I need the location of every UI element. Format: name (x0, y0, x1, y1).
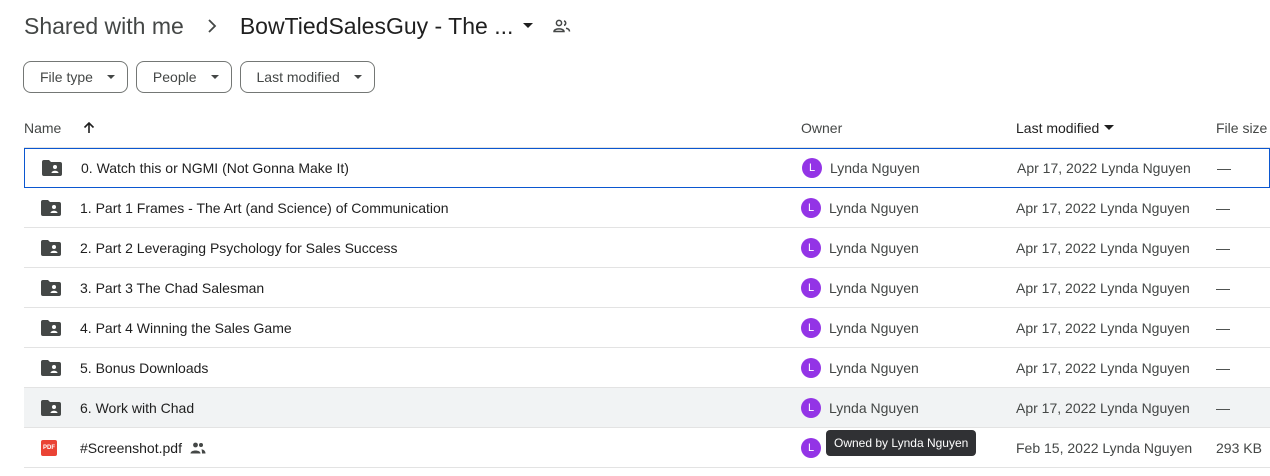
people-icon[interactable] (553, 19, 571, 33)
file-size: — (1217, 160, 1231, 176)
avatar[interactable]: L (801, 437, 821, 458)
file-name[interactable]: #Screenshot.pdf (80, 440, 182, 456)
owner-cell: L Lynda Nguyen (801, 228, 919, 267)
file-list: Name Owner Last modified File size 0. Wa… (24, 108, 1270, 468)
caret-down-icon (353, 74, 362, 79)
caret-down-icon (1104, 125, 1115, 130)
owner-name: Lynda Nguyen (829, 359, 919, 376)
table-row[interactable]: 4. Part 4 Winning the Sales Game L Lynda… (24, 308, 1270, 348)
last-modified-column-header[interactable]: Last modified (1016, 108, 1115, 148)
file-size: 293 KB (1216, 439, 1262, 456)
avatar[interactable]: L (801, 397, 821, 418)
shared-folder-icon (41, 348, 61, 387)
file-name[interactable]: 6. Work with Chad (80, 388, 194, 427)
owner-name: Lynda Nguyen (829, 239, 919, 256)
last-modified: Apr 17, 2022 Lynda Nguyen (1016, 359, 1190, 376)
owner-cell: L Lynda Nguyen (801, 268, 919, 307)
owner-name: Lynda Nguyen (830, 160, 920, 176)
last-modified: Apr 17, 2022 Lynda Nguyen (1016, 279, 1190, 296)
pdf-file-icon: PDF (41, 428, 57, 467)
owner-cell: L Lynda Nguyen (801, 348, 919, 387)
pdf-badge: PDF (41, 439, 57, 456)
file-name-cell: #Screenshot.pdf (80, 428, 206, 467)
file-size: — (1216, 359, 1230, 376)
owner-cell: L Lynda Nguyen (801, 388, 919, 427)
owner-column-header[interactable]: Owner (801, 108, 842, 148)
table-row[interactable]: PDF #Screenshot.pdf L Feb 15, 2022 Lynda… (24, 428, 1270, 468)
arrow-up-icon[interactable] (83, 122, 95, 134)
column-label: Name (24, 120, 62, 136)
file-type-filter[interactable]: File type (23, 61, 128, 93)
shared-folder-icon (41, 388, 61, 427)
avatar[interactable]: L (802, 158, 822, 178)
owner-name: Lynda Nguyen (829, 199, 919, 216)
owner-cell: L Lynda Nguyen (801, 308, 919, 347)
file-size: — (1216, 319, 1230, 336)
people-icon (190, 442, 206, 454)
shared-folder-icon (41, 228, 61, 267)
owner-name: Lynda Nguyen (829, 399, 919, 416)
table-row[interactable]: 0. Watch this or NGMI (Not Gonna Make It… (24, 148, 1270, 188)
last-modified-filter[interactable]: Last modified (239, 61, 375, 93)
shared-folder-icon (41, 268, 61, 307)
file-name[interactable]: 3. Part 3 The Chad Salesman (80, 268, 264, 307)
breadcrumb: Shared with me BowTiedSalesGuy - The ... (24, 8, 571, 44)
table-row[interactable]: 6. Work with Chad L Lynda Nguyen Apr 17,… (24, 388, 1270, 428)
table-row[interactable]: 5. Bonus Downloads L Lynda Nguyen Apr 17… (24, 348, 1270, 388)
table-row[interactable]: 1. Part 1 Frames - The Art (and Science)… (24, 188, 1270, 228)
file-name[interactable]: 0. Watch this or NGMI (Not Gonna Make It… (81, 149, 349, 187)
file-name[interactable]: 1. Part 1 Frames - The Art (and Science)… (80, 188, 449, 227)
last-modified: Apr 17, 2022 Lynda Nguyen (1017, 160, 1191, 176)
filter-bar: File type People Last modified (23, 61, 375, 93)
caret-down-icon (210, 74, 219, 79)
last-modified: Feb 15, 2022 Lynda Nguyen (1016, 439, 1193, 456)
file-size: — (1216, 199, 1230, 216)
last-modified: Apr 17, 2022 Lynda Nguyen (1016, 399, 1190, 416)
shared-folder-icon (41, 188, 61, 227)
breadcrumb-shared-with-me[interactable]: Shared with me (24, 13, 184, 40)
filter-label: People (152, 69, 197, 85)
file-size: — (1216, 239, 1230, 256)
name-column-header[interactable]: Name (24, 108, 95, 148)
column-label: Last modified (1016, 120, 1100, 136)
last-modified: Apr 17, 2022 Lynda Nguyen (1016, 199, 1190, 216)
filter-label: File type (40, 69, 93, 85)
table-header: Name Owner Last modified File size (24, 108, 1270, 148)
owner-cell: L (801, 428, 829, 467)
caret-down-icon (106, 74, 115, 79)
caret-down-icon[interactable] (523, 23, 534, 29)
table-row[interactable]: 3. Part 3 The Chad Salesman L Lynda Nguy… (24, 268, 1270, 308)
filter-label: Last modified (256, 69, 340, 85)
owner-cell: L Lynda Nguyen (802, 149, 920, 187)
owner-name: Lynda Nguyen (829, 279, 919, 296)
owner-tooltip: Owned by Lynda Nguyen (826, 430, 977, 456)
last-modified: Apr 17, 2022 Lynda Nguyen (1016, 319, 1190, 336)
avatar[interactable]: L (801, 237, 821, 258)
avatar[interactable]: L (801, 357, 821, 378)
avatar[interactable]: L (801, 317, 821, 338)
breadcrumb-current-folder[interactable]: BowTiedSalesGuy - The ... (240, 13, 514, 40)
file-size-column-header[interactable]: File size (1216, 108, 1267, 148)
owner-name: Lynda Nguyen (829, 319, 919, 336)
shared-folder-icon (41, 308, 61, 347)
avatar[interactable]: L (801, 277, 821, 298)
file-name[interactable]: 5. Bonus Downloads (80, 348, 208, 387)
people-filter[interactable]: People (135, 61, 232, 93)
last-modified: Apr 17, 2022 Lynda Nguyen (1016, 239, 1190, 256)
file-name[interactable]: 2. Part 2 Leveraging Psychology for Sale… (80, 228, 398, 267)
owner-cell: L Lynda Nguyen (801, 188, 919, 227)
file-name[interactable]: 4. Part 4 Winning the Sales Game (80, 308, 292, 347)
chevron-right-icon (184, 19, 240, 33)
column-label: File size (1216, 120, 1268, 136)
file-size: — (1216, 279, 1230, 296)
avatar[interactable]: L (801, 197, 821, 218)
column-label: Owner (801, 120, 843, 136)
table-row[interactable]: 2. Part 2 Leveraging Psychology for Sale… (24, 228, 1270, 268)
file-size: — (1216, 399, 1230, 416)
shared-folder-icon (42, 149, 62, 187)
